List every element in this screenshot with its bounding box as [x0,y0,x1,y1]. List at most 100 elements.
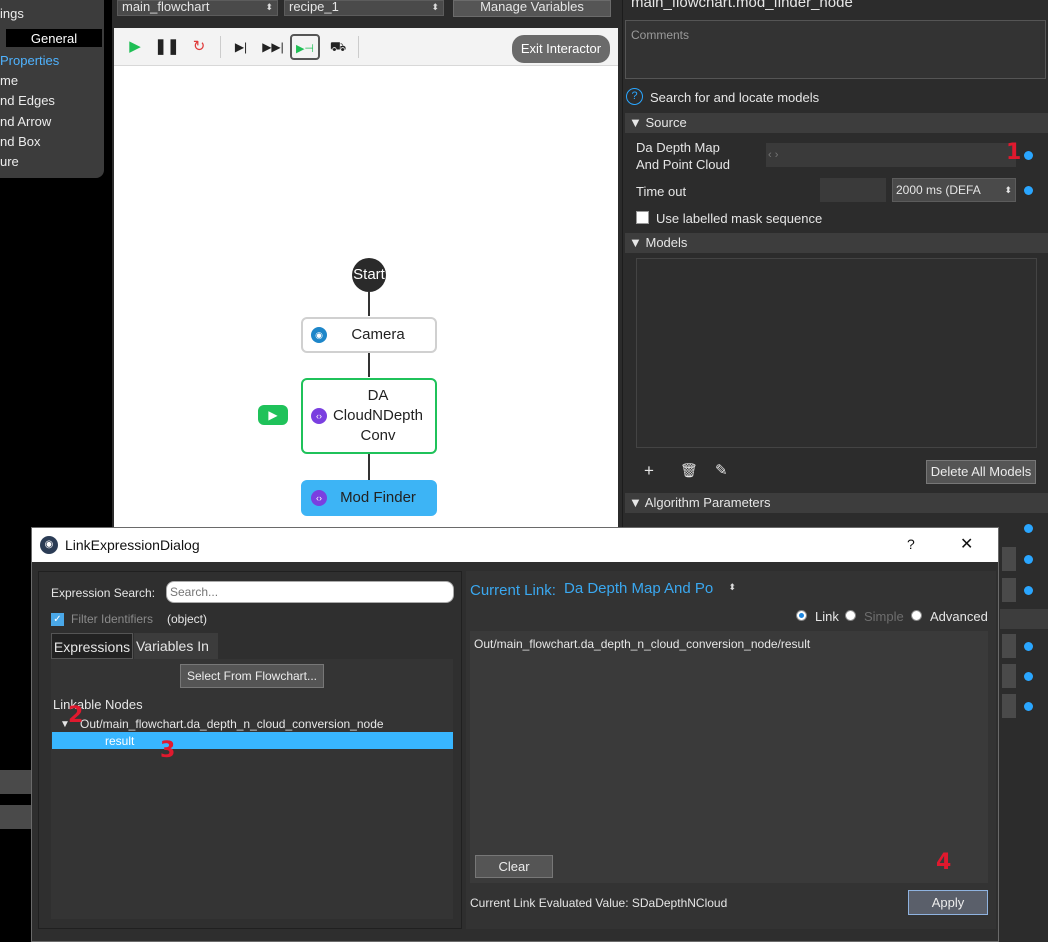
collapse-triangle-icon: ▼ [629,495,642,510]
filter-type-label: (object) [167,612,208,626]
menu-item-edges[interactable]: nd Edges [0,93,55,108]
labelled-mask-label: Use labelled mask sequence [656,211,823,226]
camera-node[interactable]: ◉ Camera [301,317,437,353]
recipe-select[interactable]: recipe_1 ⬍ [284,0,444,16]
add-model-icon[interactable]: + [644,461,654,481]
da-cloudndepth-node[interactable]: ‹› DA CloudNDepth Conv [301,378,437,454]
comments-field[interactable]: Comments [625,20,1046,79]
tree-child-result: result [105,734,135,748]
mod-finder-node[interactable]: ‹› Mod Finder [301,480,437,516]
help-icon[interactable]: ? [626,88,643,105]
edit-pencil-icon[interactable]: ✎ [715,461,728,479]
dialog-title: LinkExpressionDialog [65,537,200,553]
dialog-titlebar[interactable]: ◉ LinkExpressionDialog ? ✕ [32,528,998,562]
flowchart-select[interactable]: main_flowchart ⬍ [117,0,278,16]
step-into-icon[interactable]: ▶⊣ [290,34,320,60]
tree-row-result-selected[interactable]: result [52,732,453,749]
link-dot-icon[interactable] [1024,672,1033,681]
link-dot-icon[interactable] [1024,186,1033,195]
breakpoint-icon[interactable]: ⛟ [325,34,351,60]
timeout-input[interactable] [820,178,886,202]
radio-advanced[interactable] [911,610,922,621]
radio-link[interactable] [796,610,807,621]
source-section-header[interactable]: ▼ Source [625,113,1048,133]
timeout-select[interactable]: 2000 ms (DEFA ⬍ [892,178,1016,202]
current-link-label: Current Link: [470,582,556,599]
apply-button[interactable]: Apply [908,890,988,915]
expression-search-input[interactable] [166,581,454,603]
algorithm-section-header[interactable]: ▼ Algorithm Parameters [625,493,1048,513]
node-title: main_flowchart.mod_finder_node [631,0,853,11]
param-select-edge[interactable] [1002,694,1016,718]
play-icon[interactable]: ▶ [122,34,148,60]
pause-icon[interactable]: ❚❚ [154,34,180,60]
labelled-mask-checkbox[interactable] [636,211,649,224]
menu-item-arrow[interactable]: nd Arrow [0,114,51,129]
depth-map-label-line1: Da Depth Map [636,140,720,155]
delete-all-models-button[interactable]: Delete All Models [926,460,1036,484]
tab-variables-in[interactable]: Variables In [134,633,218,659]
select-from-flowchart-button[interactable]: Select From Flowchart... [180,664,324,688]
restart-icon[interactable]: ↻ [186,34,212,60]
current-link-select[interactable]: Da Depth Map And Po ⬍ [560,580,740,602]
start-node[interactable]: Start [352,258,386,292]
depth-map-label-line2: And Point Cloud [636,157,730,172]
running-play-icon: ▶ [258,405,288,425]
filter-identifiers-checkbox[interactable]: ✓ [51,613,64,626]
link-dot-icon[interactable] [1024,524,1033,533]
exit-interactor-button[interactable]: Exit Interactor [512,35,610,63]
algorithm-header-label: Algorithm Parameters [644,495,771,510]
param-select-edge[interactable] [1002,664,1016,688]
help-button[interactable]: ? [907,536,915,552]
annotation-number-1: 1 [1006,140,1022,165]
link-dot-icon[interactable] [1024,702,1033,711]
link-dot-icon[interactable] [1024,586,1033,595]
annotation-number-3: 3 [160,738,176,763]
depth-map-link-field[interactable]: ‹ › [766,143,1016,167]
link-dot-icon[interactable] [1024,642,1033,651]
menu-item-settings[interactable]: ings [0,6,24,21]
tab-expressions[interactable]: Expressions [51,633,133,659]
menu-item-general[interactable]: General [6,29,102,47]
param-select-edge[interactable] [1002,634,1016,658]
param-select-edge[interactable] [1002,547,1016,571]
da-node-label-line3: Conv [360,427,396,444]
link-dot-icon[interactable] [1024,555,1033,564]
annotation-number-4: 4 [936,850,952,875]
step-icon[interactable]: ▶| [228,34,254,60]
models-list[interactable] [636,258,1037,448]
models-section-header[interactable]: ▼ Models [625,233,1048,253]
code-icon: ‹› [311,490,327,506]
linkable-nodes-label: Linkable Nodes [53,697,143,712]
close-button[interactable]: ✕ [960,534,973,554]
manage-variables-button[interactable]: Manage Variables [453,0,611,17]
radio-simple-label: Simple [864,609,904,624]
menu-item-box[interactable]: nd Box [0,134,40,149]
menu-item-theme[interactable]: me [0,73,18,88]
collapse-triangle-icon: ▼ [629,115,642,130]
recipe-select-value: recipe_1 [289,0,339,14]
menu-item-properties[interactable]: Properties [0,53,59,68]
edge-line [368,454,370,480]
tree-node-da-depth[interactable]: Out/main_flowchart.da_depth_n_cloud_conv… [80,717,384,731]
expression-text: Out/main_flowchart.da_depth_n_cloud_conv… [474,637,811,651]
param-section-edge [1000,609,1048,629]
radio-link-label: Link [815,609,839,624]
menu-item-figure[interactable]: ure [0,154,19,169]
trash-icon[interactable]: 🗑 [680,462,698,479]
timeout-select-value: 2000 ms (DEFA [896,183,981,197]
link-dot-icon[interactable] [1024,151,1033,160]
expression-text-area[interactable]: Out/main_flowchart.da_depth_n_cloud_conv… [470,631,988,883]
updown-arrow-icon: ⬍ [431,2,439,12]
clear-button[interactable]: Clear [475,855,553,878]
comments-placeholder: Comments [631,28,690,42]
fast-forward-icon[interactable]: ▶▶| [260,34,286,60]
param-select-edge[interactable] [1002,578,1016,602]
settings-menu: ings General Properties me nd Edges nd A… [0,0,104,178]
code-icon: ‹› [311,408,327,424]
filter-identifiers-label: Filter Identifiers [71,612,154,626]
camera-node-label: Camera [351,326,405,343]
app-eye-icon: ◉ [40,536,58,554]
radio-simple[interactable] [845,610,856,621]
current-link-value: Da Depth Map And Po [564,580,714,597]
